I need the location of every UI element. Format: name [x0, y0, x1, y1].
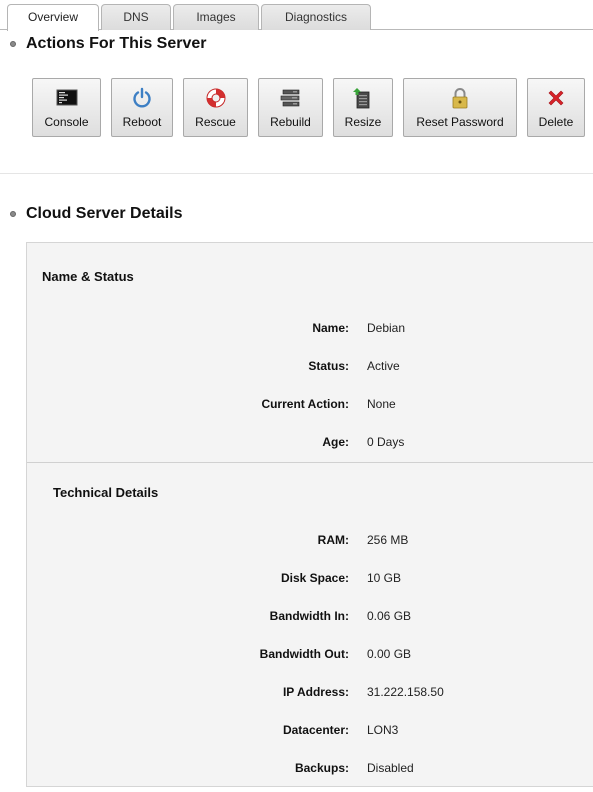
bullet-icon: [10, 211, 16, 217]
detail-label: Age:: [322, 435, 349, 449]
tab-bar: Overview DNS Images Diagnostics: [0, 0, 593, 31]
red-x-icon: [548, 90, 564, 106]
detail-row-age: Age: 0 Days: [27, 435, 593, 451]
detail-label: Bandwidth In:: [269, 609, 349, 623]
detail-row-name: Name: Debian: [27, 321, 593, 337]
tab-overview[interactable]: Overview: [7, 4, 99, 31]
detail-row-current-action: Current Action: None: [27, 397, 593, 413]
detail-value: Active: [367, 359, 400, 373]
actions-heading-text: Actions For This Server: [26, 35, 207, 52]
detail-row-ip-address: IP Address: 31.222.158.50: [27, 685, 593, 701]
delete-button-label: Delete: [538, 115, 574, 129]
padlock-icon: [452, 88, 468, 109]
tab-dns[interactable]: DNS: [101, 4, 171, 30]
details-heading-text: Cloud Server Details: [26, 205, 183, 222]
console-button[interactable]: Console: [32, 78, 101, 137]
server-stack-icon: [280, 89, 299, 107]
reboot-button-label: Reboot: [122, 115, 162, 129]
detail-value: LON3: [367, 723, 399, 737]
rescue-button-label: Rescue: [195, 115, 236, 129]
detail-label: Disk Space:: [280, 571, 349, 585]
detail-value: 10 GB: [367, 571, 402, 585]
reboot-button[interactable]: Reboot: [111, 78, 173, 137]
detail-row-ram: RAM: 256 MB: [27, 533, 593, 549]
rebuild-button-label: Rebuild: [270, 115, 311, 129]
detail-value: 0.00 GB: [367, 647, 412, 661]
detail-value: 0 Days: [367, 435, 405, 449]
detail-row-disk-space: Disk Space: 10 GB: [27, 571, 593, 587]
detail-row-backups: Backups: Disabled: [27, 761, 593, 777]
detail-value: Debian: [367, 321, 406, 335]
lifebuoy-icon: [206, 88, 225, 108]
details-panel: Name & Status Name: Debian Status: Activ…: [26, 242, 593, 787]
resize-button-label: Resize: [344, 115, 382, 129]
tab-images[interactable]: Images: [173, 4, 259, 30]
detail-value: 31.222.158.50: [367, 685, 444, 699]
actions-heading: Actions For This Server: [10, 35, 207, 53]
bullet-icon: [10, 41, 16, 47]
detail-label: Datacenter:: [282, 723, 349, 737]
detail-label: IP Address:: [282, 685, 349, 699]
reset-password-button[interactable]: Reset Password: [403, 78, 517, 137]
console-button-label: Console: [44, 115, 89, 129]
detail-label: Name:: [312, 321, 349, 335]
detail-label: Backups:: [294, 761, 349, 775]
detail-value: None: [367, 397, 396, 411]
panel-separator: [27, 462, 593, 463]
section-divider: [0, 173, 593, 174]
details-heading: Cloud Server Details: [10, 205, 183, 223]
rescue-button[interactable]: Rescue: [183, 78, 248, 137]
name-status-heading: Name & Status: [42, 269, 134, 284]
rebuild-button[interactable]: Rebuild: [258, 78, 323, 137]
detail-row-bandwidth-in: Bandwidth In: 0.06 GB: [27, 609, 593, 625]
resize-button[interactable]: Resize: [333, 78, 393, 137]
detail-row-status: Status: Active: [27, 359, 593, 375]
tab-diagnostics[interactable]: Diagnostics: [261, 4, 371, 30]
detail-label: Bandwidth Out:: [259, 647, 349, 661]
delete-button[interactable]: Delete: [527, 78, 585, 137]
detail-value: 256 MB: [367, 533, 409, 547]
power-icon: [133, 87, 151, 108]
detail-row-datacenter: Datacenter: LON3: [27, 723, 593, 739]
console-icon: [56, 89, 77, 106]
detail-label: RAM:: [317, 533, 349, 547]
detail-label: Status:: [308, 359, 349, 373]
detail-label: Current Action:: [261, 397, 349, 411]
technical-details-heading: Technical Details: [53, 485, 159, 500]
resize-server-icon: [353, 88, 370, 109]
action-toolbar: Console Reboot Rescue Rebuild Resize Res…: [0, 78, 593, 138]
detail-value: Disabled: [367, 761, 414, 775]
detail-row-bandwidth-out: Bandwidth Out: 0.00 GB: [27, 647, 593, 663]
reset-password-button-label: Reset Password: [416, 115, 504, 129]
detail-value: 0.06 GB: [367, 609, 412, 623]
